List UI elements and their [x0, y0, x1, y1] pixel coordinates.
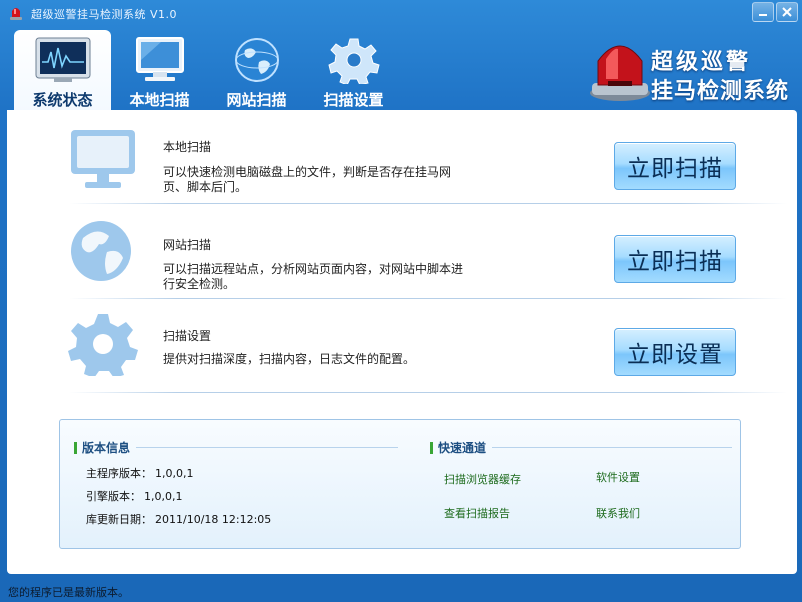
divider — [69, 298, 787, 299]
tab-label: 扫描设置 — [323, 91, 384, 109]
main-version-label: 主程序版本： — [86, 467, 152, 480]
tab-label: 网站扫描 — [226, 91, 287, 109]
tab-label: 本地扫描 — [129, 91, 190, 109]
tab-system-status[interactable]: 系统状态 — [14, 30, 111, 112]
feature-title: 网站扫描 — [163, 238, 212, 252]
feature-description: 可以快速检测电脑磁盘上的文件，判断是否存在挂马网页、脚本后门。 — [163, 165, 452, 194]
title-bar[interactable]: 超级巡警挂马检测系统 V1.0 — [0, 0, 802, 26]
tab-label: 系统状态 — [32, 91, 93, 109]
brand-subtitle: 挂马检测系统 — [651, 79, 790, 104]
info-box: 版本信息 主程序版本： 1,0,0,1 引擎版本： 1,0,0,1 库更新日期： 20… — [59, 419, 741, 549]
minimize-button[interactable] — [752, 2, 774, 22]
engine-version-row: 引擎版本： 1,0,0,1 — [86, 488, 182, 504]
local-scan-now-button[interactable]: 立即扫描 — [614, 142, 736, 190]
divider — [69, 392, 787, 393]
minimize-icon — [759, 14, 767, 16]
feature-title: 本地扫描 — [163, 140, 212, 154]
status-bar: 您的程序已是最新版本。 — [0, 576, 802, 602]
settings-now-button[interactable]: 立即设置 — [614, 328, 736, 376]
monitor-icon — [71, 130, 135, 188]
main-version-row: 主程序版本： 1,0,0,1 — [86, 465, 193, 481]
window-title: 超级巡警挂马检测系统 V1.0 — [31, 8, 178, 21]
computer-monitor-icon — [136, 37, 184, 81]
feature-description: 可以扫描远程站点，分析网站页面内容，对网站中脚本进行安全检测。 — [163, 262, 464, 291]
divider — [69, 203, 787, 204]
feature-description: 提供对扫描深度，扫描内容，日志文件的配置。 — [163, 352, 416, 366]
main-tabs: 系统状态 本地扫描 网站扫描 扫描设置 — [14, 30, 402, 112]
engine-version-value: 1,0,0,1 — [144, 490, 183, 503]
status-text: 您的程序已是最新版本。 — [8, 586, 129, 599]
db-update-row: 库更新日期： 2011/10/18 12:12:05 — [86, 511, 271, 527]
brand-title: 超级巡警 — [651, 50, 752, 75]
tab-local-scan[interactable]: 本地扫描 — [111, 30, 208, 112]
close-icon — [782, 7, 792, 17]
db-update-label: 库更新日期： — [86, 513, 152, 526]
feature-scan-settings: 扫描设置 提供对扫描深度，扫描内容，日志文件的配置。 立即设置 — [7, 302, 797, 394]
close-button[interactable] — [776, 2, 798, 22]
police-siren-icon — [590, 45, 650, 101]
main-window: 超级巡警挂马检测系统 V1.0 系统状态 本地扫描 网站扫描 扫描设置 超级巡警… — [0, 0, 802, 602]
globe-icon — [71, 221, 131, 281]
view-scan-report-link[interactable]: 查看扫描报告 — [444, 505, 510, 521]
contact-us-link[interactable]: 联系我们 — [596, 505, 640, 521]
feature-local-scan: 本地扫描 可以快速检测电脑磁盘上的文件，判断是否存在挂马网页、脚本后门。 立即扫… — [7, 110, 797, 202]
feature-title: 扫描设置 — [163, 329, 212, 343]
globe-icon — [235, 38, 279, 82]
section-divider — [492, 447, 733, 448]
tab-website-scan[interactable]: 网站扫描 — [208, 30, 305, 112]
gear-icon — [328, 38, 380, 84]
quick-access-header: 快速通道 — [430, 439, 733, 456]
section-marker — [430, 441, 433, 454]
version-info-title: 版本信息 — [82, 441, 131, 455]
tab-scan-settings[interactable]: 扫描设置 — [305, 30, 402, 112]
section-marker — [74, 441, 77, 454]
software-settings-link[interactable]: 软件设置 — [596, 469, 640, 485]
monitor-heartbeat-icon — [35, 37, 91, 82]
quick-access-title: 快速通道 — [438, 441, 487, 455]
engine-version-label: 引擎版本： — [86, 490, 141, 503]
gear-icon — [68, 314, 138, 376]
feature-website-scan: 网站扫描 可以扫描远程站点，分析网站页面内容，对网站中脚本进行安全检测。 立即扫… — [7, 206, 797, 298]
version-info-header: 版本信息 — [74, 439, 399, 456]
section-divider — [136, 447, 399, 448]
main-version-value: 1,0,0,1 — [155, 467, 194, 480]
db-update-value: 2011/10/18 12:12:05 — [155, 513, 272, 526]
scan-browser-cache-link[interactable]: 扫描浏览器缓存 — [444, 471, 521, 487]
website-scan-now-button[interactable]: 立即扫描 — [614, 235, 736, 283]
siren-app-icon — [10, 8, 22, 20]
system-status-panel: 本地扫描 可以快速检测电脑磁盘上的文件，判断是否存在挂马网页、脚本后门。 立即扫… — [7, 110, 797, 574]
